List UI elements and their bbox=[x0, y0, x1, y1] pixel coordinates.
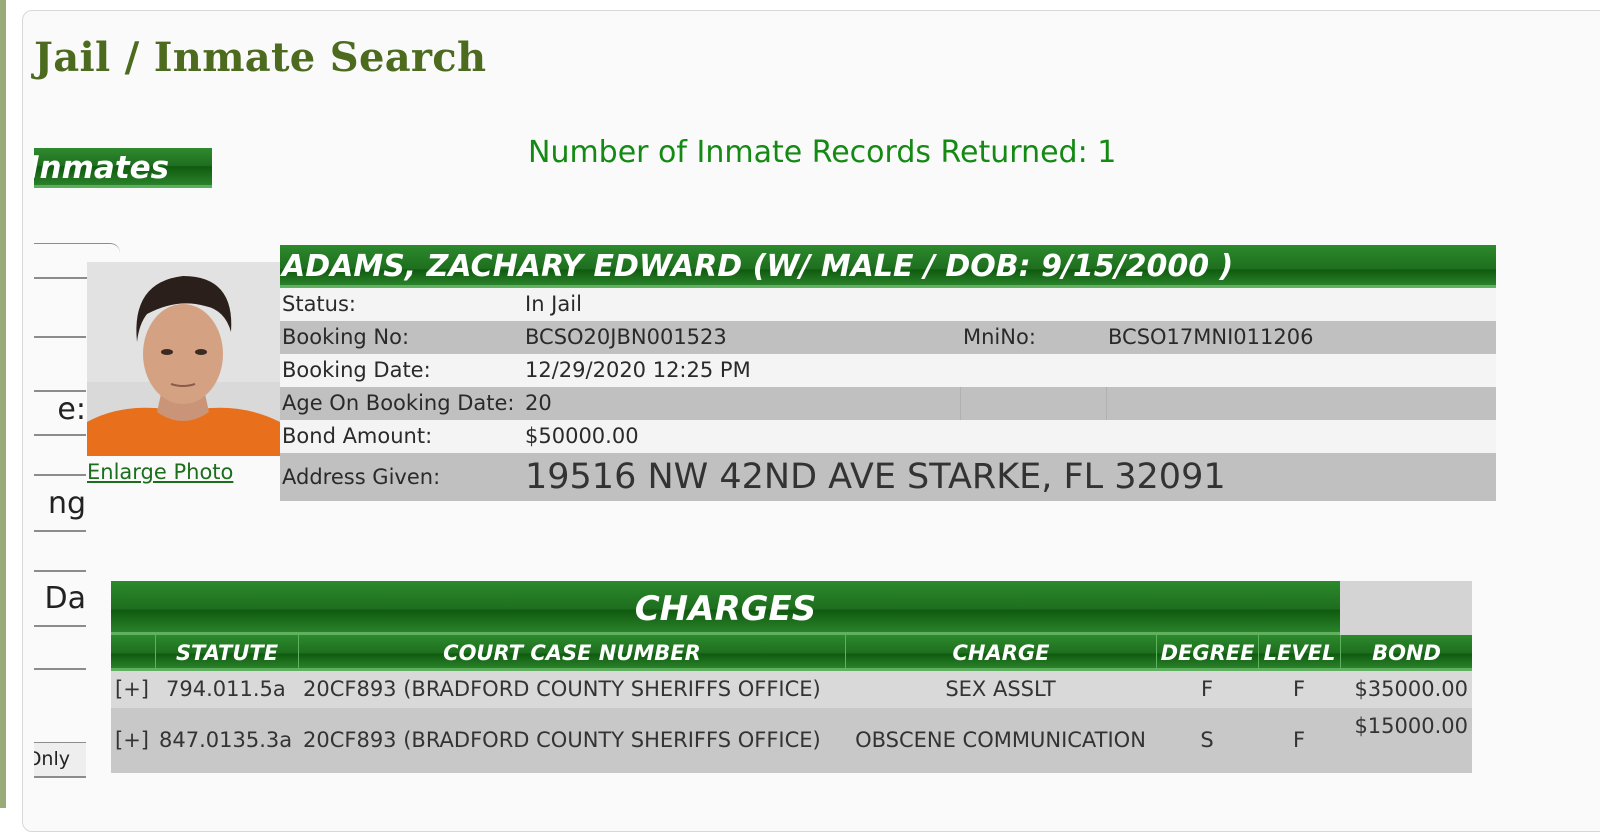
expand-toggle[interactable]: [+] bbox=[115, 728, 149, 752]
status-row: Status: In Jail bbox=[280, 288, 1496, 321]
age-value: 20 bbox=[525, 391, 552, 415]
mni-no-value: BCSO17MNI011206 bbox=[1108, 325, 1314, 349]
court-case-cell: 20CF893 (BRADFORD COUNTY SHERIFFS OFFICE… bbox=[303, 728, 821, 752]
booking-no-label: Booking No: bbox=[282, 325, 410, 349]
search-field-2[interactable] bbox=[34, 302, 86, 338]
level-cell: F bbox=[1292, 677, 1306, 701]
age-label: Age On Booking Date: bbox=[282, 391, 515, 415]
bond-row: Bond Amount: $50000.00 bbox=[280, 420, 1496, 453]
inmate-photo[interactable] bbox=[87, 262, 280, 456]
column-header-court-case: COURT CASE NUMBER bbox=[298, 635, 845, 668]
statute-cell: 847.0135.3a bbox=[159, 728, 293, 752]
table-row: [+] 794.011.5a 20CF893 (BRADFORD COUNTY … bbox=[111, 671, 1472, 708]
inmate-info-table: ADAMS, ZACHARY EDWARD (W/ MALE / DOB: 9/… bbox=[280, 245, 1496, 501]
booking-no-value: BCSO20JBN001523 bbox=[525, 325, 727, 349]
search-field-3[interactable] bbox=[34, 356, 86, 392]
charges-title: CHARGES bbox=[111, 581, 1340, 635]
inmate-name-header: ADAMS, ZACHARY EDWARD (W/ MALE / DOB: 9/… bbox=[280, 245, 1496, 288]
address-value: 19516 NW 42ND AVE STARKE, FL 32091 bbox=[525, 457, 1226, 497]
column-header-statute: STATUTE bbox=[155, 635, 298, 668]
expand-toggle[interactable]: [+] bbox=[115, 677, 149, 701]
address-row: Address Given: 19516 NW 42ND AVE STARKE,… bbox=[280, 453, 1496, 501]
only-button[interactable]: Only bbox=[34, 742, 86, 778]
cell-divider bbox=[1106, 387, 1107, 420]
bond-cell: $15000.00 bbox=[1354, 714, 1468, 738]
search-field-label: e: bbox=[57, 396, 86, 427]
column-header-charge: CHARGE bbox=[845, 635, 1156, 668]
search-field-label: ng bbox=[47, 490, 86, 521]
column-header-level: LEVEL bbox=[1258, 635, 1340, 668]
charge-cell: OBSCENE COMMUNICATION bbox=[855, 728, 1146, 752]
charges-table: CHARGES STATUTE COURT CASE NUMBER CHARGE… bbox=[111, 581, 1472, 773]
column-header-expand bbox=[111, 635, 155, 668]
booking-date-label: Booking Date: bbox=[282, 358, 431, 382]
bond-cell: $35000.00 bbox=[1354, 677, 1468, 701]
address-label: Address Given: bbox=[282, 465, 441, 489]
page-title: Jail / Inmate Search bbox=[34, 34, 487, 81]
search-field-label: g Da bbox=[34, 585, 86, 616]
status-value: In Jail bbox=[525, 292, 582, 316]
enlarge-photo-link[interactable]: Enlarge Photo bbox=[87, 460, 233, 484]
cell-divider bbox=[960, 387, 961, 420]
degree-cell: S bbox=[1200, 728, 1214, 752]
level-cell: F bbox=[1292, 728, 1306, 752]
search-field-label-date: g Da bbox=[34, 585, 86, 627]
search-field-6[interactable] bbox=[34, 634, 86, 670]
bond-value: $50000.00 bbox=[525, 424, 639, 448]
table-row: [+] 847.0135.3a 20CF893 (BRADFORD COUNTY… bbox=[111, 708, 1472, 773]
search-field-5[interactable] bbox=[34, 536, 86, 572]
booking-date-row: Booking Date: 12/29/2020 12:25 PM bbox=[280, 354, 1496, 387]
search-field-label-booking: ng bbox=[34, 490, 86, 532]
booking-date-value: 12/29/2020 12:25 PM bbox=[525, 358, 751, 382]
mni-no-label: MniNo: bbox=[963, 325, 1036, 349]
inmate-photo-image bbox=[87, 262, 280, 456]
column-header-degree: DEGREE bbox=[1156, 635, 1258, 668]
only-button-label: Only bbox=[34, 748, 70, 770]
column-header-bond: BOND bbox=[1340, 635, 1472, 668]
status-label: Status: bbox=[282, 292, 356, 316]
search-field-4[interactable] bbox=[34, 440, 86, 476]
court-case-cell: 20CF893 (BRADFORD COUNTY SHERIFFS OFFICE… bbox=[303, 677, 821, 701]
charges-header-corner bbox=[1340, 581, 1472, 635]
bond-label: Bond Amount: bbox=[282, 424, 433, 448]
charge-cell: SEX ASSLT bbox=[945, 677, 1056, 701]
charges-column-headers: STATUTE COURT CASE NUMBER CHARGE DEGREE … bbox=[111, 635, 1472, 671]
age-row: Age On Booking Date: 20 bbox=[280, 387, 1496, 420]
inmates-tab-label: Inmates bbox=[34, 150, 170, 186]
inmates-tab[interactable]: Inmates bbox=[34, 148, 212, 188]
statute-cell: 794.011.5a bbox=[166, 677, 286, 701]
booking-no-row: Booking No: BCSO20JBN001523 MniNo: BCSO1… bbox=[280, 321, 1496, 354]
window-left-border bbox=[0, 0, 6, 808]
charges-header-row: CHARGES bbox=[111, 581, 1472, 635]
search-field-label-name: e: bbox=[34, 396, 86, 436]
records-returned-count: Number of Inmate Records Returned: 1 bbox=[528, 135, 1117, 170]
degree-cell: F bbox=[1200, 677, 1214, 701]
